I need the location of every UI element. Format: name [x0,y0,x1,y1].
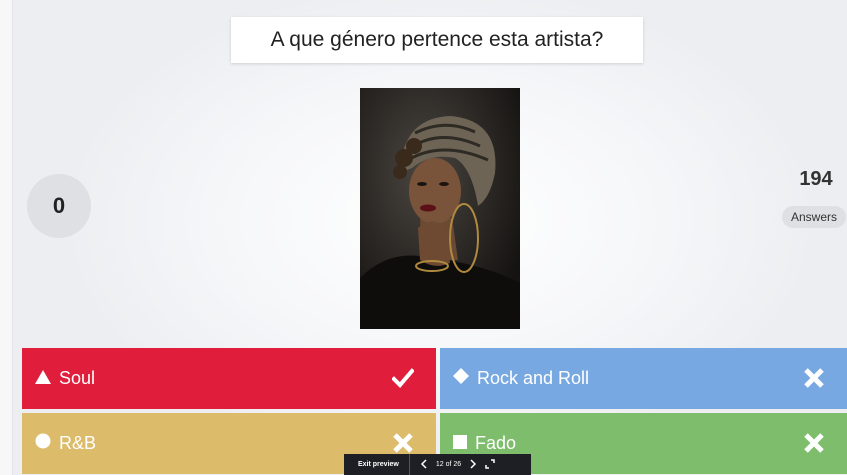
answers-count: 194 [799,168,833,190]
triangle-icon [35,368,51,389]
answer-label: Fado [475,433,517,453]
fullscreen-icon[interactable] [485,458,495,471]
cross-icon [803,367,825,394]
preview-toolbar: Exit preview 12 of 26 [344,454,531,475]
chevron-right-icon[interactable] [469,458,477,471]
exit-preview-button[interactable]: Exit preview [344,454,410,475]
page-navigation: 12 of 26 [410,458,499,471]
page-indicator: 12 of 26 [435,461,462,468]
circle-icon [35,433,51,454]
answer-option-rock-and-roll[interactable]: Rock and Roll [440,348,847,409]
cross-icon [803,432,825,459]
question-image [360,88,520,329]
exit-preview-label: Exit preview [358,461,399,468]
answer-label: Soul [59,368,96,388]
question-text: A que género pertence esta artista? [270,28,604,51]
left-edge-panel [0,0,13,475]
check-icon [391,367,415,394]
answer-option-soul[interactable]: Soul [22,348,436,409]
answer-label: Rock and Roll [477,368,590,388]
diamond-icon [453,368,469,389]
score-value: 0 [52,193,66,218]
square-icon [453,433,467,454]
question-title: A que género pertence esta artista? [231,17,643,63]
chevron-left-icon[interactable] [420,458,428,471]
answers-label: Answers [782,206,846,228]
artist-photo-illustration [360,88,520,329]
score-circle: 0 [27,174,91,238]
answer-label: R&B [59,433,97,453]
answers-label-text: Answers [790,210,837,224]
